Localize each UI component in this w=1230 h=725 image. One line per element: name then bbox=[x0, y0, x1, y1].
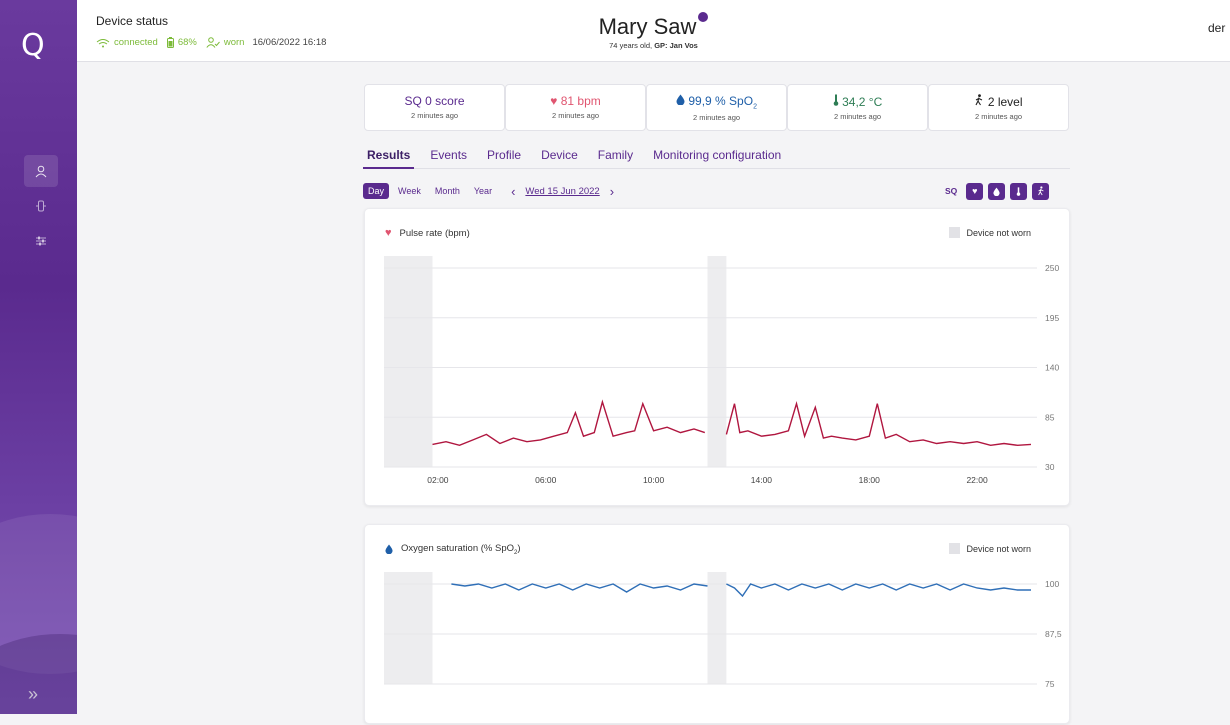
metric-card-sq[interactable]: SQ 0 score 2 minutes ago bbox=[364, 84, 505, 131]
pulse-rate-chart: 250 195 140 85 30 02:00 06:00 10:00 14:00 18:00 22… bbox=[384, 256, 1059, 485]
not-worn-band bbox=[384, 572, 433, 684]
series-line bbox=[432, 399, 706, 447]
metric-value: 34,2 °C bbox=[842, 95, 883, 109]
metric-time: 2 minutes ago bbox=[551, 111, 600, 120]
metric-value: 2 level bbox=[987, 95, 1023, 109]
tab-bar: Results Events Profile Device Family Mon… bbox=[363, 148, 1070, 169]
metric-time: 2 minutes ago bbox=[410, 111, 459, 120]
sidebar: Q » bbox=[0, 0, 77, 714]
x-tick-label: 14:00 bbox=[751, 475, 773, 485]
y-tick-label: 85 bbox=[1045, 412, 1055, 422]
filter-thermometer-icon[interactable] bbox=[1010, 182, 1028, 200]
metric-card-activity[interactable]: 2 level 2 minutes ago bbox=[928, 84, 1069, 131]
range-year[interactable]: Year bbox=[469, 183, 497, 199]
not-worn-band bbox=[707, 572, 727, 684]
nav-device-button[interactable] bbox=[24, 190, 58, 222]
metric-filters: SQ ♥ bbox=[945, 182, 1050, 200]
x-tick-label: 06:00 bbox=[535, 475, 557, 485]
patient-name-block: Mary Saw bbox=[77, 12, 1230, 40]
metric-time: 2 minutes ago bbox=[974, 112, 1023, 121]
heart-icon: ♥ bbox=[550, 94, 558, 108]
range-day[interactable]: Day bbox=[363, 183, 390, 199]
metric-time: 2 minutes ago bbox=[692, 113, 741, 123]
previous-date-icon[interactable]: ‹ bbox=[511, 184, 515, 199]
y-tick-label: 75 bbox=[1045, 679, 1055, 689]
person-icon bbox=[35, 165, 47, 177]
next-date-icon[interactable]: › bbox=[610, 184, 614, 199]
metric-value: 81 bpm bbox=[560, 94, 601, 108]
range-month[interactable]: Month bbox=[430, 183, 465, 199]
series-line bbox=[726, 583, 1031, 598]
verified-badge-icon bbox=[698, 12, 709, 22]
device-icon bbox=[36, 200, 46, 212]
user-menu[interactable]: der bbox=[1208, 21, 1230, 35]
expand-sidebar-button[interactable]: » bbox=[28, 684, 38, 705]
metric-value: 99,9 % SpO bbox=[688, 94, 754, 108]
sliders-icon bbox=[36, 236, 46, 246]
top-bar: Device status connected 68% worn 16/06/2… bbox=[77, 0, 1230, 62]
y-tick-label: 87,5 bbox=[1045, 629, 1062, 639]
oxygen-saturation-chart-card: Oxygen saturation (% SpO2) Device not wo… bbox=[364, 524, 1070, 724]
app-logo: Q bbox=[21, 28, 45, 63]
series-line bbox=[725, 401, 1032, 447]
y-tick-label: 250 bbox=[1045, 263, 1059, 273]
tab-monitoring-configuration[interactable]: Monitoring configuration bbox=[649, 148, 785, 169]
nav-settings-button[interactable] bbox=[24, 225, 58, 257]
range-week[interactable]: Week bbox=[393, 183, 426, 199]
gp-label: GP: bbox=[654, 41, 668, 50]
filter-sq-button[interactable]: SQ bbox=[945, 186, 957, 196]
x-tick-label: 02:00 bbox=[427, 475, 449, 485]
tab-results[interactable]: Results bbox=[363, 148, 415, 169]
tab-device[interactable]: Device bbox=[537, 148, 582, 169]
filter-droplet-icon[interactable] bbox=[988, 182, 1006, 200]
patient-subtitle: 74 years old, GP: Jan Vos bbox=[77, 41, 1230, 50]
date-picker-link[interactable]: Wed 15 Jun 2022 bbox=[525, 186, 599, 197]
thermometer-icon bbox=[833, 94, 839, 106]
y-tick-label: 140 bbox=[1045, 363, 1059, 373]
not-worn-band bbox=[384, 256, 433, 467]
metric-time: 2 minutes ago bbox=[833, 112, 882, 121]
y-tick-label: 195 bbox=[1045, 313, 1059, 323]
metric-card-spo2[interactable]: 99,9 % SpO2 2 minutes ago bbox=[646, 84, 787, 131]
filter-activity-icon[interactable] bbox=[1032, 182, 1050, 200]
not-worn-band bbox=[707, 256, 727, 467]
nav-profile-button[interactable] bbox=[24, 155, 58, 187]
pulse-rate-chart-card: ♥ Pulse rate (bpm) Device not worn 250 19… bbox=[364, 208, 1070, 506]
x-tick-label: 10:00 bbox=[643, 475, 665, 485]
tab-events[interactable]: Events bbox=[426, 148, 471, 169]
metric-card-pulse[interactable]: ♥ 81 bpm 2 minutes ago bbox=[505, 84, 646, 131]
y-tick-label: 30 bbox=[1045, 462, 1055, 472]
y-tick-label: 100 bbox=[1045, 579, 1059, 589]
tab-profile[interactable]: Profile bbox=[483, 148, 525, 169]
metric-value: SQ 0 score bbox=[404, 94, 465, 108]
x-tick-label: 22:00 bbox=[966, 475, 988, 485]
filter-heart-icon[interactable]: ♥ bbox=[966, 182, 984, 200]
metric-card-temperature[interactable]: 34,2 °C 2 minutes ago bbox=[787, 84, 928, 131]
tab-family[interactable]: Family bbox=[594, 148, 637, 169]
x-tick-label: 18:00 bbox=[859, 475, 881, 485]
oxygen-saturation-chart: 100 87,5 75 bbox=[384, 572, 1062, 689]
droplet-icon bbox=[676, 94, 685, 106]
series-line bbox=[451, 583, 708, 593]
patient-age: 74 years old, bbox=[609, 41, 653, 50]
range-selector: Day Week Month Year ‹ Wed 15 Jun 2022 › bbox=[363, 182, 624, 200]
patient-name: Mary Saw bbox=[598, 14, 697, 39]
walking-icon bbox=[975, 94, 983, 106]
gp-name: Jan Vos bbox=[669, 41, 698, 50]
